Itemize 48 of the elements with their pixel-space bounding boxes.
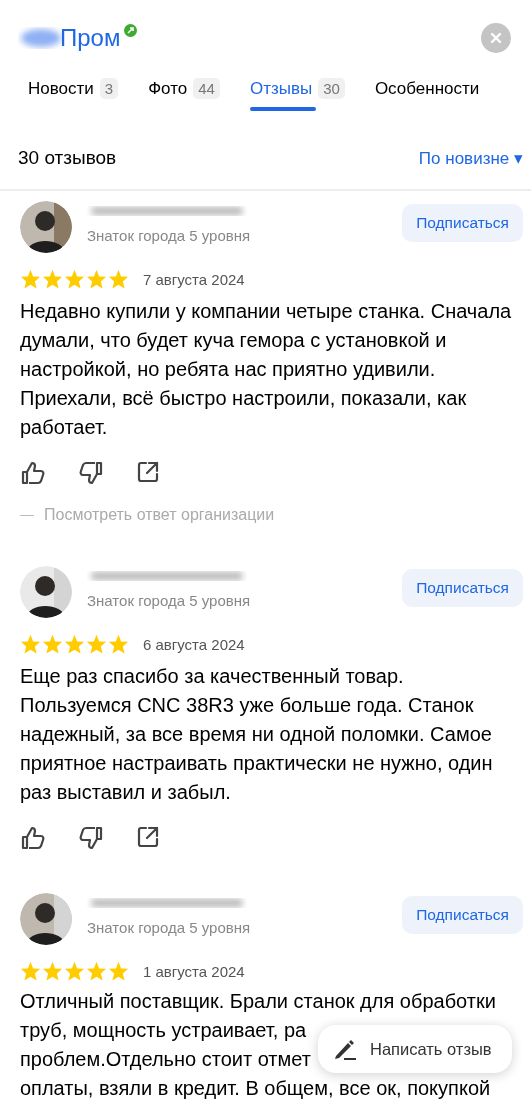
subscribe-button[interactable]: Подписаться — [402, 204, 523, 242]
review-date: 6 августа 2024 — [143, 635, 245, 653]
star-icon — [64, 961, 85, 981]
star-icon — [20, 269, 41, 289]
review-text-line: оплаты, взяли в кредит. В общем, все ок, покупкой — [20, 1076, 491, 1101]
thumbs-up-icon[interactable] — [20, 460, 46, 486]
tab[interactable]: Новости 3 — [28, 74, 119, 113]
star-icon — [42, 634, 63, 654]
tab[interactable]: Отзывы 30 — [249, 74, 345, 113]
star-icon — [86, 634, 107, 654]
thumbs-down-icon[interactable] — [78, 460, 104, 486]
star-icon — [20, 961, 41, 981]
star-icon — [108, 269, 129, 289]
author-level: Знаток города 5 уровня — [87, 919, 251, 936]
share-icon[interactable] — [136, 825, 160, 849]
review-text: Еще раз спасибо за качественный товар. Пользуемся CNC 38R3 уже больше года. Станок надежный, за все время ни одной поломки. Самое приятное настраивать практически не нужно, один раз выставил и забыл. — [20, 664, 494, 805]
tab[interactable]: Особенности — [374, 74, 480, 113]
author-level: Знаток города 5 уровня — [87, 592, 251, 609]
thumbs-up-icon[interactable] — [20, 825, 46, 851]
star-icon — [64, 634, 85, 654]
sort-dropdown[interactable]: По новизне ▾ — [418, 147, 523, 169]
star-icon — [86, 269, 107, 289]
reviews-count: 30 отзывов — [18, 147, 117, 169]
tab-count: 44 — [193, 78, 220, 99]
subscribe-button[interactable]: Подписаться — [402, 896, 523, 934]
close-icon — [490, 32, 502, 44]
tab-count: 30 — [318, 78, 345, 99]
star-icon — [108, 634, 129, 654]
review-date: 1 августа 2024 — [143, 962, 245, 980]
write-review-button[interactable]: Написать отзыв — [318, 1025, 512, 1073]
star-icon — [86, 961, 107, 981]
author-level: Знаток города 5 уровня — [87, 227, 251, 244]
tab[interactable]: Фото 44 — [148, 74, 220, 113]
star-icon — [42, 961, 63, 981]
company-title[interactable]: Пром — [60, 24, 121, 52]
review-date: 7 августа 2024 — [143, 270, 245, 288]
share-icon[interactable] — [136, 460, 160, 484]
review-text-line: Отличный поставщик. Брали станок для обработки — [20, 989, 496, 1014]
star-icon — [42, 269, 63, 289]
tab-count: 3 — [99, 78, 119, 99]
star-icon — [108, 961, 129, 981]
review-text-line: проблем.Отдельно стоит отмет — [20, 1047, 311, 1072]
subscribe-button[interactable]: Подписаться — [402, 569, 523, 607]
star-icon — [20, 634, 41, 654]
thumbs-down-icon[interactable] — [78, 825, 104, 851]
review-text: Недавно купили у компании четыре станка. Сначала думали, что будет куча гемора с установкой и настройкой, но ребята нас приятно удивили. Приехали, всё быстро настроили, показали, как работает. — [20, 299, 512, 440]
review-text-line: труб, мощность устраивает, ра — [20, 1018, 307, 1043]
star-icon — [64, 269, 85, 289]
